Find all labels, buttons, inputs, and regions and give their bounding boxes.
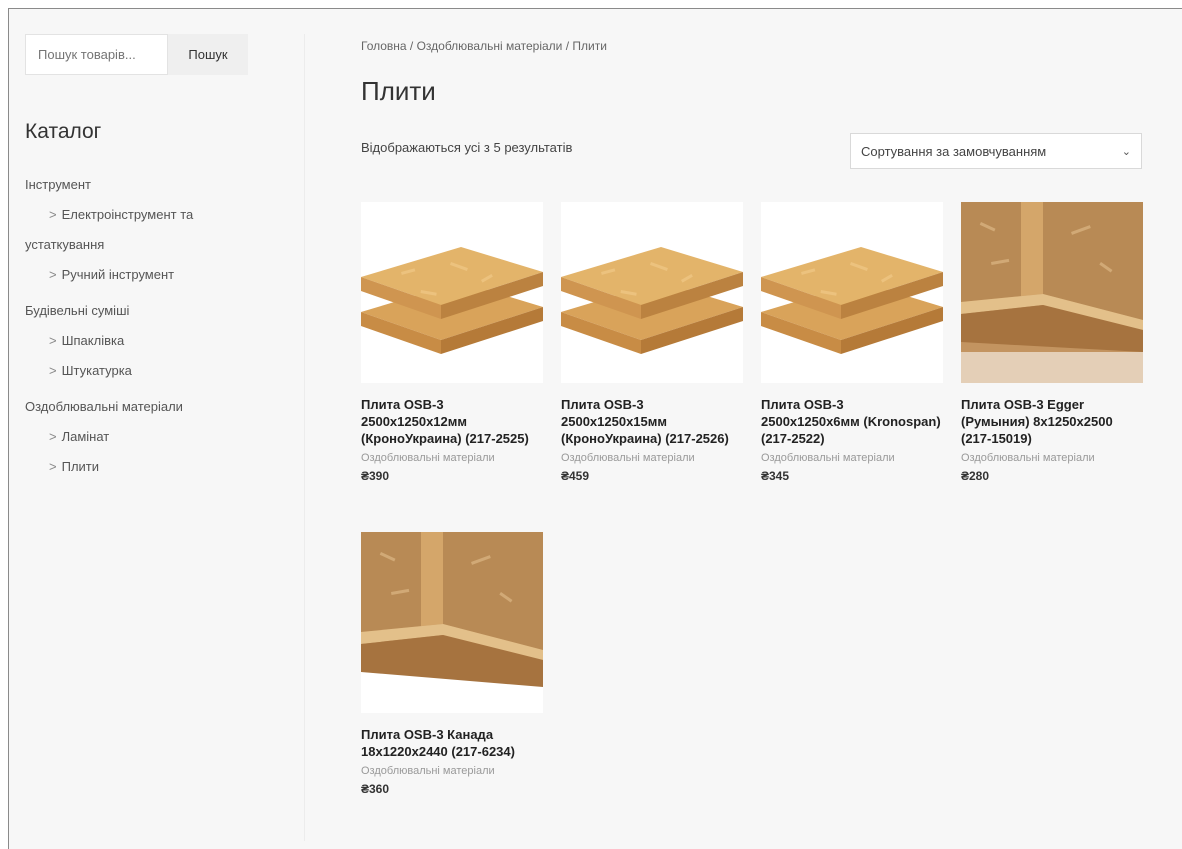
- category-label-wrap: устаткування: [25, 237, 105, 252]
- product-title[interactable]: Плита OSB-3 Канада 18x1220x2440 (217-623…: [361, 726, 543, 760]
- category-building-mixes[interactable]: Будівельні суміші: [25, 296, 285, 326]
- product-title-bold: Плита: [761, 397, 801, 412]
- sidebar: Пошук Каталог Інструмент > Електроінструм…: [25, 34, 305, 841]
- product-card[interactable]: Плита OSB-3 2500x1250x15мм (КроноУкраина…: [561, 202, 743, 483]
- product-search: Пошук: [25, 34, 248, 75]
- product-category[interactable]: Оздоблювальні матеріали: [561, 452, 743, 464]
- category-power-tools[interactable]: > Електроінструмент та устаткування: [25, 200, 285, 260]
- chevron-right-icon: >: [49, 459, 57, 474]
- product-category[interactable]: Оздоблювальні матеріали: [761, 452, 943, 464]
- product-card[interactable]: Плита OSB-3 Egger (Румыния) 8x1250x2500 …: [961, 202, 1143, 483]
- product-image[interactable]: [361, 532, 543, 713]
- product-title-bold: Плита: [961, 397, 1001, 412]
- osb-closeup-image: [961, 202, 1143, 383]
- product-image[interactable]: [961, 202, 1143, 383]
- product-category[interactable]: Оздоблювальні матеріали: [361, 765, 543, 777]
- search-input[interactable]: [25, 34, 168, 75]
- sort-select[interactable]: Сортування за замовчуванням ⌄: [850, 133, 1142, 169]
- osb-closeup-image: [361, 532, 543, 713]
- sort-selected-value: Сортування за замовчуванням: [861, 143, 1047, 159]
- product-image[interactable]: [761, 202, 943, 383]
- category-boards[interactable]: > Плити: [25, 452, 285, 482]
- product-price: ₴459: [561, 469, 590, 483]
- product-image[interactable]: [561, 202, 743, 383]
- category-label: Ламінат: [61, 429, 110, 444]
- catalog-title: Каталог: [25, 120, 102, 143]
- chevron-right-icon: >: [49, 267, 57, 282]
- category-hand-tools[interactable]: > Ручний інструмент: [25, 260, 285, 290]
- product-card[interactable]: Плита OSB-3 2500x1250x12мм (КроноУкраина…: [361, 202, 543, 483]
- chevron-right-icon: >: [49, 207, 57, 222]
- chevron-right-icon: >: [49, 333, 57, 348]
- product-image[interactable]: [361, 202, 543, 383]
- category-label: Штукатурка: [61, 363, 132, 378]
- category-label: Електроінструмент та: [61, 207, 194, 222]
- breadcrumb[interactable]: Головна / Оздоблювальні матеріали / Плит…: [361, 39, 607, 53]
- category-label: Плити: [61, 459, 100, 474]
- product-title[interactable]: Плита OSB-3 2500x1250x15мм (КроноУкраина…: [561, 396, 743, 447]
- category-putty[interactable]: > Шпаклівка: [25, 326, 285, 356]
- product-category[interactable]: Оздоблювальні матеріали: [961, 452, 1143, 464]
- product-price: ₴390: [361, 469, 390, 483]
- sidebar-divider: [304, 34, 305, 841]
- product-title-bold: Плита: [561, 397, 601, 412]
- chevron-right-icon: >: [49, 429, 57, 444]
- category-instruments[interactable]: Інструмент: [25, 170, 285, 200]
- page-title: Плити: [361, 76, 436, 106]
- category-label: Будівельні суміші: [25, 303, 130, 318]
- product-card[interactable]: Плита OSB-3 2500x1250x6мм (Kronospan) (2…: [761, 202, 943, 483]
- product-price: ₴345: [761, 469, 790, 483]
- product-card[interactable]: Плита OSB-3 Канада 18x1220x2440 (217-623…: [361, 532, 543, 796]
- category-laminate[interactable]: > Ламінат: [25, 422, 285, 452]
- category-label: Інструмент: [25, 177, 91, 192]
- product-title-bold: Плита: [361, 727, 401, 742]
- osb-stack-image: [361, 247, 543, 354]
- product-title[interactable]: Плита OSB-3 Egger (Румыния) 8x1250x2500 …: [961, 396, 1143, 447]
- product-price: ₴360: [361, 782, 390, 796]
- chevron-right-icon: >: [49, 363, 57, 378]
- osb-stack-image: [561, 247, 743, 354]
- osb-stack-image: [761, 247, 943, 354]
- category-plaster[interactable]: > Штукатурка: [25, 356, 285, 386]
- product-title-bold: Плита: [361, 397, 401, 412]
- search-button[interactable]: Пошук: [168, 34, 248, 75]
- product-price: ₴280: [961, 469, 990, 483]
- chevron-down-icon: ⌄: [1121, 145, 1131, 158]
- category-list: Інструмент > Електроінструмент та устатку…: [25, 170, 285, 482]
- category-finishing-materials[interactable]: Оздоблювальні матеріали: [25, 392, 285, 422]
- category-label: Оздоблювальні матеріали: [25, 399, 183, 414]
- product-title[interactable]: Плита OSB-3 2500x1250x6мм (Kronospan) (2…: [761, 396, 943, 447]
- result-count: Відображаються усі з 5 результатів: [361, 140, 573, 155]
- product-category[interactable]: Оздоблювальні матеріали: [361, 452, 543, 464]
- category-label: Ручний інструмент: [61, 267, 175, 282]
- category-label: Шпаклівка: [61, 333, 125, 348]
- product-title[interactable]: Плита OSB-3 2500x1250x12мм (КроноУкраина…: [361, 396, 543, 447]
